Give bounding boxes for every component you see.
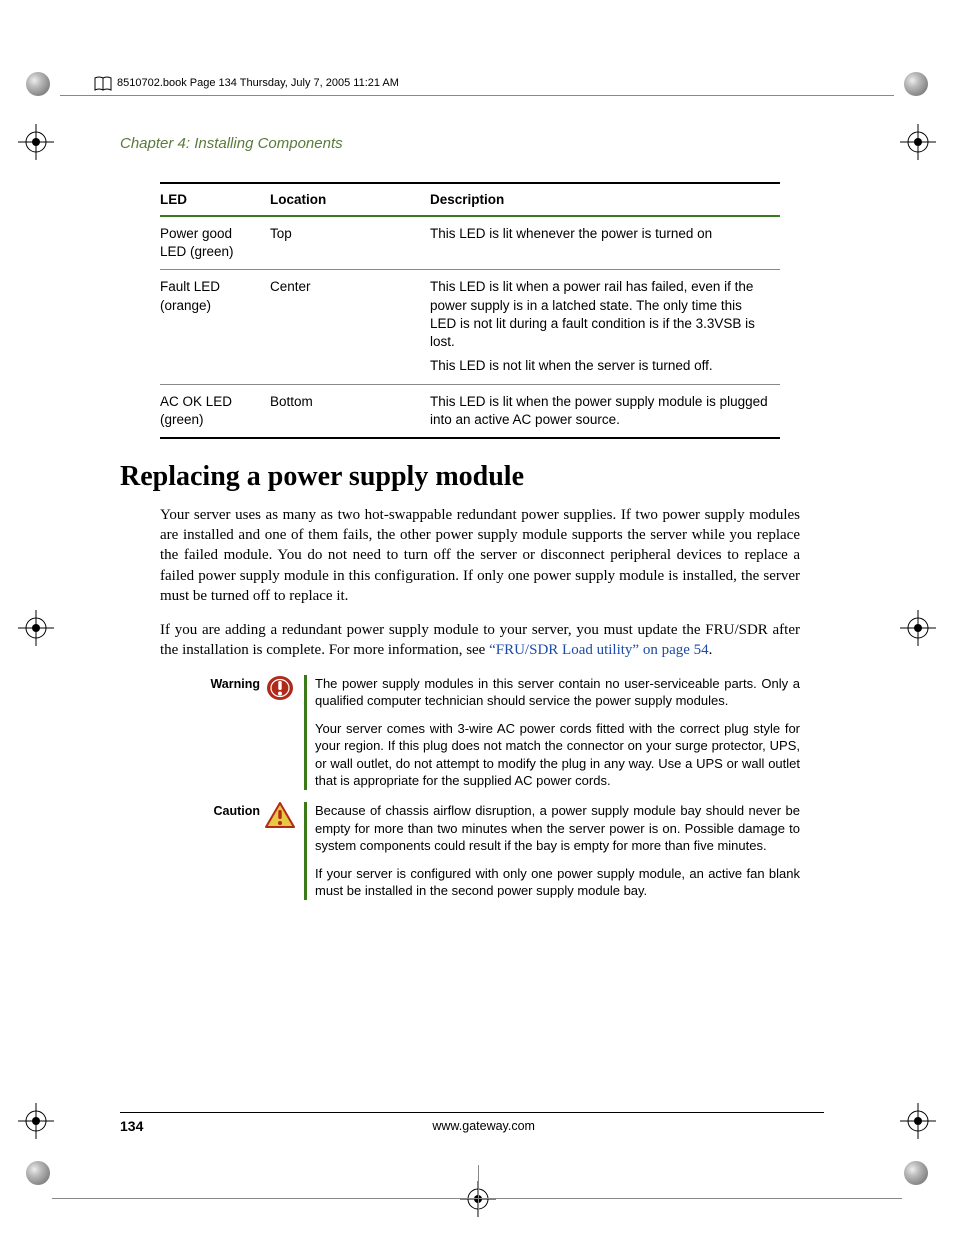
cell-led: Fault LED (orange) — [160, 270, 270, 384]
caution-text: Because of chassis airflow disruption, a… — [315, 802, 800, 900]
caution-label: Caution — [200, 802, 260, 900]
body-paragraph: Your server uses as many as two hot-swap… — [160, 505, 800, 606]
table-row: AC OK LED (green) Bottom This LED is lit… — [160, 384, 780, 438]
warning-block: Warning The power supply modules in this… — [200, 675, 800, 790]
cell-location: Center — [270, 270, 430, 384]
table-row: Power good LED (green) Top This LED is l… — [160, 216, 780, 270]
xref-link[interactable]: “FRU/SDR Load utility” on page 54 — [489, 642, 709, 658]
caution-block: Caution Because of chassis airflow disru… — [200, 802, 800, 900]
section-heading: Replacing a power supply module — [120, 461, 824, 493]
cell-led: Power good LED (green) — [160, 216, 270, 270]
led-table: LED Location Description Power good LED … — [160, 182, 780, 439]
book-icon — [94, 76, 112, 97]
cell-description: This LED is lit when the power supply mo… — [430, 384, 780, 438]
warning-text: The power supply modules in this server … — [315, 675, 800, 790]
warning-label: Warning — [200, 675, 260, 790]
cell-location: Bottom — [270, 384, 430, 438]
footer-url: www.gateway.com — [143, 1119, 824, 1133]
th-description: Description — [430, 183, 780, 216]
warning-icon — [260, 675, 300, 790]
th-location: Location — [270, 183, 430, 216]
th-led: LED — [160, 183, 270, 216]
cell-description: This LED is lit when a power rail has fa… — [430, 270, 780, 384]
body-paragraph: If you are adding a redundant power supp… — [160, 620, 800, 661]
running-header: 8510702.book Page 134 Thursday, July 7, … — [117, 77, 894, 89]
table-row: Fault LED (orange) Center This LED is li… — [160, 270, 780, 384]
chapter-title: Chapter 4: Installing Components — [120, 135, 824, 152]
cell-led: AC OK LED (green) — [160, 384, 270, 438]
page-number: 134 — [120, 1118, 143, 1134]
caution-icon — [260, 802, 300, 900]
cell-location: Top — [270, 216, 430, 270]
cell-description: This LED is lit whenever the power is tu… — [430, 216, 780, 270]
